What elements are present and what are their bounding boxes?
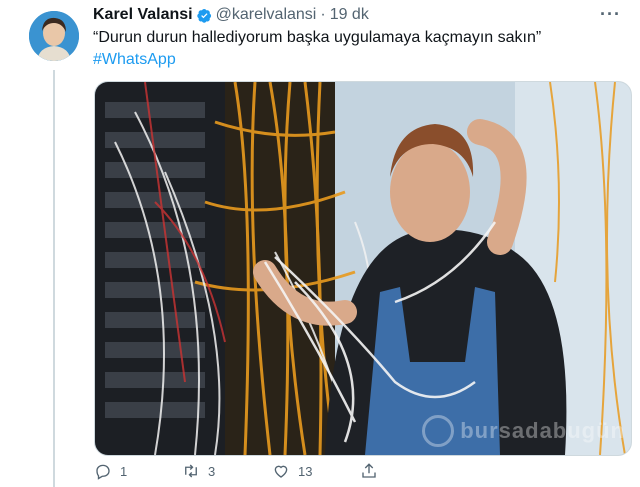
tweet-timestamp[interactable]: 19 dk: [330, 6, 369, 24]
retweet-button[interactable]: 3: [182, 462, 215, 480]
more-options-icon[interactable]: ···: [600, 4, 621, 25]
server-rack-photo: [95, 82, 631, 455]
like-button[interactable]: 13: [272, 462, 312, 480]
hashtag-link[interactable]: #WhatsApp: [93, 51, 176, 69]
reply-button[interactable]: 1: [94, 462, 127, 480]
share-button[interactable]: [360, 462, 378, 480]
media-watermark: bursadabugün: [422, 415, 625, 447]
heart-icon: [274, 465, 288, 478]
avatar[interactable]: [29, 11, 79, 61]
like-count: 13: [298, 463, 313, 479]
share-icon: [362, 463, 376, 478]
retweet-icon: [185, 464, 197, 478]
watermark-logo-icon: [422, 415, 455, 447]
watermark-text: bursadabugün: [460, 418, 625, 443]
verified-badge-icon: [196, 8, 212, 23]
author-name[interactable]: Karel Valansi: [93, 6, 193, 24]
avatar-image: [29, 11, 79, 61]
separator-dot: ·: [320, 6, 326, 23]
tweet-header: Karel Valansi @karelvalansi · 19 dk: [93, 5, 369, 25]
reply-count: 1: [120, 463, 128, 479]
author-handle[interactable]: @karelvalansi: [216, 6, 317, 24]
thread-line: [53, 70, 55, 487]
tweet-actions: 1 3 13: [94, 462, 394, 484]
tweet-text: “Durun durun hallediyorum başka uygulama…: [93, 29, 542, 46]
tweet-media-photo[interactable]: bursadabugün: [94, 81, 632, 456]
retweet-count: 3: [208, 463, 216, 479]
reply-icon: [96, 464, 110, 480]
